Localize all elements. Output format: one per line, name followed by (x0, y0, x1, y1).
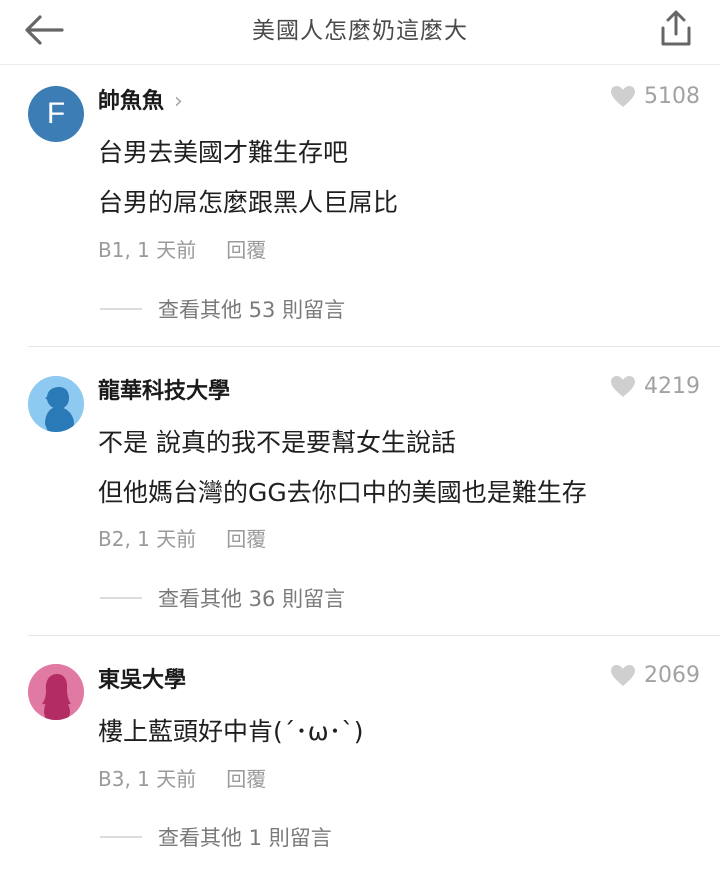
view-more-replies[interactable]: 查看其他 1 則留言 (100, 822, 332, 852)
author-label: 東吳大學 (98, 668, 187, 693)
author-label: 龍華科技大學 (98, 379, 231, 404)
avatar[interactable]: F (28, 86, 84, 142)
arrow-left-icon (25, 15, 64, 45)
like-count: 4219 (644, 374, 700, 399)
like-button[interactable]: 4219 (610, 374, 700, 399)
author-name[interactable]: 帥魚魚 › (98, 83, 183, 115)
avatar[interactable] (28, 376, 84, 432)
reply-button[interactable]: 回覆 (226, 767, 266, 791)
author-name[interactable]: 龍華科技大學 (98, 373, 230, 405)
divider-dash (100, 597, 142, 599)
comment-text-line-2: 台男的屌怎麼跟黑人巨屌比 (98, 188, 399, 217)
back-button[interactable] (22, 10, 66, 50)
view-more-label: 查看其他 53 則留言 (158, 298, 346, 322)
top-bar: 美國人怎麼奶這麼大 (0, 0, 720, 65)
view-more-label: 查看其他 36 則留言 (158, 587, 346, 611)
view-more-replies[interactable]: 查看其他 36 則留言 (100, 583, 345, 613)
comment-meta: B1, 1 天前 回覆 (98, 234, 266, 263)
divider-dash (100, 836, 142, 838)
reply-button[interactable]: 回覆 (226, 238, 266, 262)
like-count: 2069 (644, 663, 700, 688)
comment-meta: B3, 1 天前 回覆 (98, 763, 266, 792)
author-name[interactable]: 東吳大學 (98, 662, 186, 694)
floor-time: B1, 1 天前 (98, 238, 197, 262)
heart-icon (611, 375, 635, 397)
like-button[interactable]: 5108 (610, 84, 700, 109)
share-upload-icon (661, 10, 691, 46)
user-silhouette-icon (28, 664, 84, 720)
like-count: 5108 (644, 84, 700, 109)
avatar[interactable] (28, 664, 84, 720)
view-more-replies[interactable]: 查看其他 53 則留言 (100, 294, 345, 324)
floor-time: B2, 1 天前 (98, 527, 197, 551)
divider (28, 346, 720, 347)
comment-meta: B2, 1 天前 回覆 (98, 523, 266, 552)
heart-icon (611, 85, 635, 107)
comment-text-line-1: 不是 說真的我不是要幫女生說話 (98, 428, 456, 457)
page-title: 美國人怎麼奶這麼大 (252, 18, 468, 44)
divider-dash (100, 308, 142, 310)
like-button[interactable]: 2069 (610, 663, 700, 688)
author-label: 帥魚魚 (98, 89, 165, 114)
comment-text-line-1: 台男去美國才難生存吧 (98, 138, 349, 167)
comment-text-line-2: 但他媽台灣的GG去你口中的美國也是難生存 (98, 478, 587, 507)
view-more-label: 查看其他 1 則留言 (158, 826, 332, 850)
user-silhouette-icon (28, 376, 84, 432)
chevron-right-icon: › (174, 89, 183, 114)
share-button[interactable] (656, 8, 696, 50)
reply-button[interactable]: 回覆 (226, 527, 266, 551)
heart-icon (611, 664, 635, 686)
floor-time: B3, 1 天前 (98, 767, 197, 791)
comment-text-line-1: 樓上藍頭好中肯(´･ω･`) (98, 717, 364, 746)
divider (28, 635, 720, 636)
